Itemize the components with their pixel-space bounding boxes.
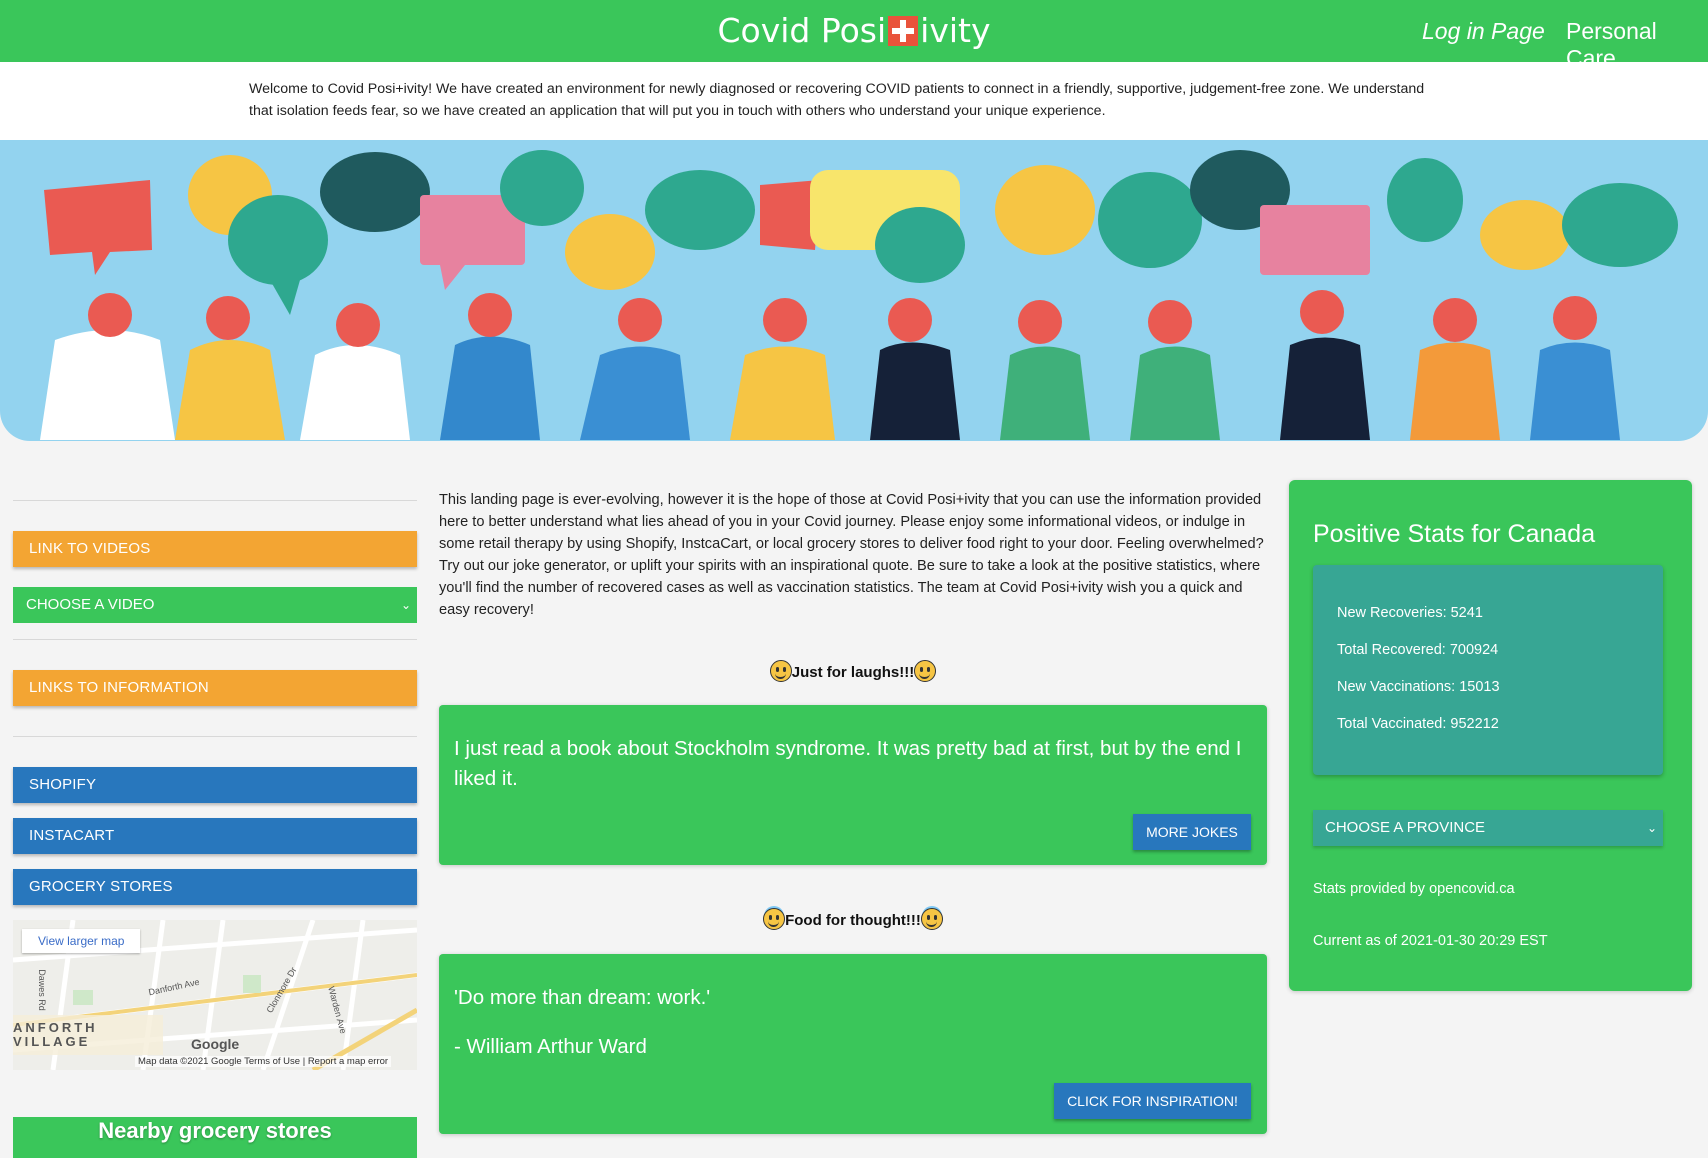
choose-province-label: CHOOSE A PROVINCE <box>1325 819 1486 836</box>
speech-bubbles <box>44 150 1678 315</box>
sidebar-divider <box>13 639 417 640</box>
map-area-label: ANFORTH VILLAGE <box>13 1020 98 1049</box>
embedded-map[interactable]: View larger map Danforth Ave Dawes Rd Cl… <box>13 920 417 1070</box>
quote-text: 'Do more than dream: work.' <box>454 986 711 1009</box>
stats-title: Positive Stats for Canada <box>1313 520 1596 548</box>
welcome-text: Welcome to Covid Posi+ivity! We have cre… <box>249 78 1429 122</box>
jokes-heading: Just for laughs!!! <box>439 660 1267 682</box>
joke-card: I just read a book about Stockholm syndr… <box>439 705 1267 865</box>
community-banner-image <box>0 140 1708 441</box>
chevron-down-icon: ⌄ <box>1646 821 1657 835</box>
quote-card: 'Do more than dream: work.' - William Ar… <box>439 954 1267 1134</box>
thought-heading: Food for thought!!! <box>439 908 1267 930</box>
stats-box: New Recoveries: 5241 Total Recovered: 70… <box>1313 565 1663 775</box>
joke-text: I just read a book about Stockholm syndr… <box>454 737 1242 790</box>
more-jokes-button[interactable]: MORE JOKES <box>1133 814 1251 850</box>
map-footer[interactable]: Map data ©2021 Google Terms of Use | Rep… <box>135 1056 392 1067</box>
medical-cross-icon <box>888 16 919 46</box>
shopify-button[interactable]: SHOPIFY <box>13 767 417 803</box>
smiling-halo-icon <box>920 908 943 930</box>
choose-video-select[interactable]: CHOOSE A VIDEO ⌄ <box>13 587 417 623</box>
quote-author: - William Arthur Ward <box>454 1035 647 1058</box>
navbar: Covid Posi ivity Log in Page Personal Car… <box>0 0 1708 71</box>
map-street-label: Dawes Rd <box>36 969 47 1011</box>
instacart-button[interactable]: INSTACART <box>13 818 417 854</box>
brand-left-text: Covid Posi <box>717 11 887 50</box>
smiling-halo-icon <box>763 908 786 930</box>
people-illustration <box>40 290 1620 440</box>
smiley-icon <box>914 660 937 682</box>
view-larger-map-link[interactable]: View larger map <box>22 929 141 953</box>
nearby-grocery-stores-heading: Nearby grocery stores <box>13 1117 417 1158</box>
links-to-information-button[interactable]: LINKS TO INFORMATION <box>13 670 417 706</box>
total-vaccinated-stat: Total Vaccinated: 952212 <box>1337 716 1499 732</box>
chevron-down-icon: ⌄ <box>400 598 411 612</box>
intro-paragraph: This landing page is ever-evolving, howe… <box>439 492 1264 618</box>
google-logo: Google <box>191 1036 240 1052</box>
new-recoveries-stat: New Recoveries: 5241 <box>1337 605 1483 621</box>
link-to-videos-button[interactable]: LINK TO VIDEOS <box>13 531 417 567</box>
stats-timestamp: Current as of 2021-01-30 20:29 EST <box>1313 933 1548 949</box>
new-vaccinations-stat: New Vaccinations: 15013 <box>1337 679 1500 695</box>
stats-panel: Positive Stats for Canada New Recoveries… <box>1289 480 1692 991</box>
sidebar-divider <box>13 736 417 737</box>
sidebar-divider <box>13 500 417 501</box>
smiley-icon <box>769 660 792 682</box>
brand-right-text: ivity <box>920 11 991 50</box>
inspiration-button[interactable]: CLICK FOR INSPIRATION! <box>1054 1083 1251 1119</box>
total-recovered-stat: Total Recovered: 700924 <box>1337 642 1499 658</box>
choose-province-select[interactable]: CHOOSE A PROVINCE ⌄ <box>1313 810 1663 846</box>
choose-video-label: CHOOSE A VIDEO <box>26 596 155 613</box>
grocery-stores-button[interactable]: GROCERY STORES <box>13 869 417 905</box>
login-page-link[interactable]: Log in Page <box>1422 18 1545 45</box>
stats-source: Stats provided by opencovid.ca <box>1313 881 1515 897</box>
